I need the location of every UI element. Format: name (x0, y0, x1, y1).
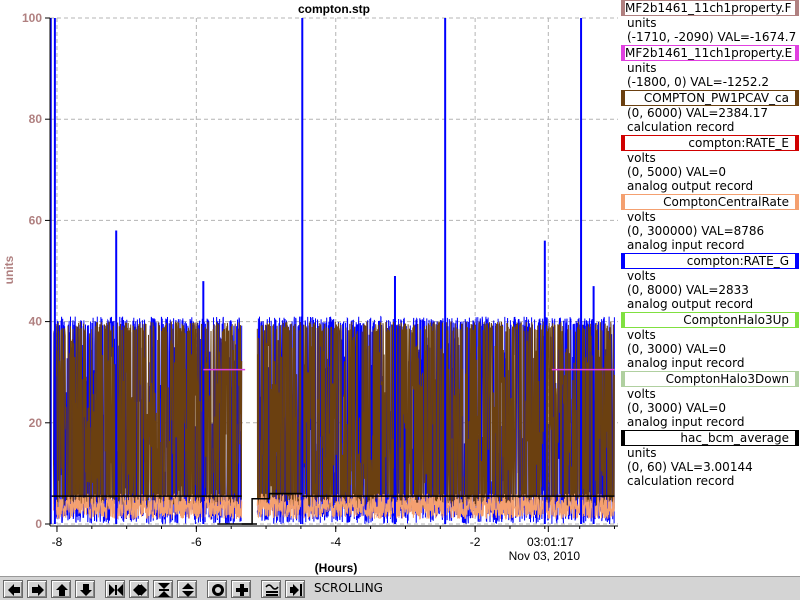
y-tick-label: 100 (22, 11, 42, 25)
x-tick-label: -6 (191, 535, 202, 549)
zoom-in-y-button[interactable] (153, 580, 173, 598)
legend-entry-detail: (0, 5000) VAL=0 (627, 165, 727, 179)
y-tick-label: 0 (35, 517, 42, 531)
legend-entry-name: ComptonHalo3Down (621, 371, 799, 387)
zoom-in-y-icon (158, 583, 170, 597)
legend-entry-detail: calculation record (627, 474, 735, 488)
zoom-in-x-icon (109, 584, 123, 596)
zoom-out-y-button[interactable] (177, 580, 197, 598)
legend-entry[interactable]: hac_bcm_average units (0, 60) VAL=3.00144 c… (621, 430, 799, 488)
legend-entry-detail: volts (627, 210, 656, 224)
legend-entry-detail: volts (627, 269, 656, 283)
zoom-in-x-button[interactable] (105, 580, 125, 598)
legend-entry-detail: volts (627, 387, 656, 401)
reset-button[interactable] (207, 580, 227, 598)
legend-entry[interactable]: MF2b1461_11ch1property.E units (-1800, 0) … (621, 45, 799, 89)
autoscale-icon (265, 584, 279, 596)
arrow-up-icon (56, 584, 68, 596)
x-axis-label: (Hours) (315, 561, 358, 575)
autoscale-button[interactable] (261, 580, 281, 598)
legend-entry-name: MF2b1461_11ch1property.E (621, 45, 799, 61)
add-button[interactable] (231, 580, 251, 598)
legend-entry-detail: (0, 60) VAL=3.00144 (627, 460, 753, 474)
scroll-up-button[interactable] (51, 580, 71, 598)
legend-entry-detail: analog input record (627, 356, 745, 370)
y-tick-label: 80 (29, 112, 43, 126)
legend-entry-detail: analog output record (627, 179, 754, 193)
plus-icon (236, 584, 248, 596)
legend-entry-detail: units (627, 446, 657, 460)
x-tick-label: -4 (330, 535, 341, 549)
legend-entry-detail: units (627, 16, 657, 30)
legend-entry-detail: (0, 3000) VAL=0 (627, 401, 727, 415)
legend-entry-detail: (-1710, -2090) VAL=-1674.7 (627, 30, 797, 44)
scroll-down-button[interactable] (75, 580, 95, 598)
legend-entry[interactable]: ComptonHalo3Up volts (0, 3000) VAL=0 analog… (621, 312, 799, 370)
legend-entry-detail: (0, 3000) VAL=0 (627, 342, 727, 356)
scroll-left-button[interactable] (3, 580, 23, 598)
legend-entry[interactable]: ComptonCentralRate volts (0, 300000) VAL=8… (621, 194, 799, 252)
scroll-right-button[interactable] (27, 580, 47, 598)
legend-entry[interactable]: compton:RATE_G volts (0, 8000) VAL=2833 ana… (621, 253, 799, 311)
time-marker-date: Nov 03, 2010 (509, 549, 581, 563)
legend-entry-name: COMPTON_PW1PCAV_ca (621, 90, 799, 106)
y-axis-label: units (2, 255, 16, 284)
jump-to-end-button[interactable] (285, 580, 305, 598)
legend-entry-detail: volts (627, 151, 656, 165)
legend-entry-name: compton:RATE_E (621, 135, 799, 151)
legend-entry-detail: (0, 300000) VAL=8786 (627, 224, 765, 238)
arrow-left-icon (8, 584, 20, 596)
zoom-out-y-icon (182, 583, 194, 597)
time-marker-time: 03:01:17 (527, 535, 574, 549)
legend-entry[interactable]: COMPTON_PW1PCAV_ca (0, 6000) VAL=2384.17 c… (621, 90, 799, 134)
legend-entry-name: MF2b1461_11ch1property.F (621, 0, 799, 16)
chart-title: compton.stp (298, 2, 370, 16)
arrow-right-icon (32, 584, 44, 596)
legend-entry-detail: analog input record (627, 415, 745, 429)
legend-entry-name: compton:RATE_G (621, 253, 799, 269)
legend-entry-detail: (-1800, 0) VAL=-1252.2 (627, 75, 770, 89)
jump-end-icon (290, 584, 302, 596)
circle-icon (212, 584, 224, 596)
legend-entry-detail: units (627, 61, 657, 75)
scrolling-status: SCROLLING (314, 581, 383, 595)
legend-entry-detail: analog output record (627, 297, 754, 311)
legend-entry-detail: analog input record (627, 238, 745, 252)
y-tick-label: 20 (29, 416, 43, 430)
legend-entry[interactable]: MF2b1461_11ch1property.F units (-1710, -20… (621, 0, 799, 44)
y-tick-label: 40 (29, 315, 43, 329)
stripchart-plot: compton.stp 0 20 40 60 80 100 -8 -6 -4 -2 03:01:17N… (2, 2, 618, 575)
legend-entry-name: ComptonCentralRate (621, 194, 799, 210)
zoom-out-x-icon (133, 584, 147, 596)
x-tick-label: -2 (470, 535, 481, 549)
arrow-down-icon (80, 584, 92, 596)
legend-entry-name: hac_bcm_average (621, 430, 799, 446)
zoom-out-x-button[interactable] (129, 580, 149, 598)
x-tick-label: -8 (52, 535, 63, 549)
y-tick-label: 60 (29, 213, 43, 227)
legend-entry-name: ComptonHalo3Up (621, 312, 799, 328)
legend-entry[interactable]: compton:RATE_E volts (0, 5000) VAL=0 analog… (621, 135, 799, 193)
legend-entry-detail: (0, 8000) VAL=2833 (627, 283, 749, 297)
legend-entry-detail: volts (627, 328, 656, 342)
toolbar: SCROLLING (0, 576, 800, 600)
legend-entry-detail: (0, 6000) VAL=2384.17 (627, 106, 768, 120)
legend-entry-detail: calculation record (627, 120, 735, 134)
legend-entry[interactable]: ComptonHalo3Down volts (0, 3000) VAL=0 anal… (621, 371, 799, 429)
